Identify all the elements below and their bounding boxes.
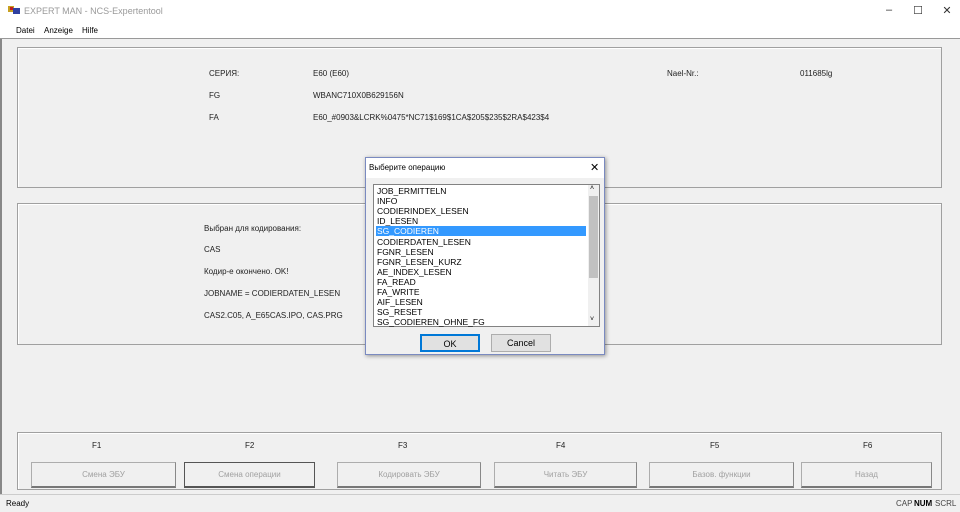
operation-list-item[interactable]: ID_LESEN [376,216,586,226]
operation-list-item[interactable]: AIF_LESEN [376,297,586,307]
select-operation-dialog: Выберите операцию ✕ JOB_ERMITTELN INFO COD… [365,157,605,355]
code-ecu-button[interactable]: Кодировать ЭБУ [337,462,481,488]
menu-bar: Datei Anzeige Hilfe [0,22,960,39]
cap-indicator: CAP [896,499,913,508]
fg-label: FG [209,91,221,100]
operation-list-item[interactable]: JOB_ERMITTELN [376,186,586,196]
operation-list-item[interactable]: SG_CODIEREN_OHNE_FG [376,317,586,327]
scroll-down-icon[interactable]: ˅ [590,316,594,323]
minimize-icon[interactable]: – [879,4,899,18]
operation-list-item[interactable]: FGNR_LESEN [376,247,586,257]
dialog-title-bar: Выберите операцию ✕ [366,158,604,178]
num-indicator: NUM [914,499,933,508]
app-icon [8,5,20,15]
close-icon[interactable]: ✕ [937,4,957,18]
title-bar: EXPERT MAN - NCS-Expertentool – ☐ ✕ [0,0,960,22]
f5-label: F5 [710,441,720,450]
list-scrollbar[interactable]: ˄ ˅ [588,185,599,326]
dialog-close-icon[interactable]: ✕ [590,161,599,174]
f4-label: F4 [556,441,566,450]
operation-list-item[interactable]: FA_READ [376,277,586,287]
f2-label: F2 [245,441,255,450]
menu-datei[interactable]: Datei [16,26,35,35]
cancel-button[interactable]: Cancel [491,334,551,352]
scrl-indicator: SCRL [935,499,957,508]
operation-list-item[interactable]: CODIERINDEX_LESEN [376,206,586,216]
operation-list-item[interactable]: AE_INDEX_LESEN [376,267,586,277]
f3-label: F3 [398,441,408,450]
series-label: СЕРИЯ: [209,69,240,78]
back-button[interactable]: Назад [801,462,932,488]
result-line-3: Кодир-е окончено. OK! [204,267,289,276]
change-operation-button[interactable]: Смена операции [184,462,315,488]
operation-list-item[interactable]: FA_WRITE [376,287,586,297]
fa-value: E60_#0903&LCRK%0475*NC71$169$1CA$205$235… [313,113,550,122]
operation-list-item[interactable]: SG_RESET [376,307,586,317]
fg-value: WBANC710X0B629156N [313,91,404,100]
result-line-4: JOBNAME = CODIERDATEN_LESEN [204,289,341,298]
operation-list-item[interactable]: INFO [376,196,586,206]
nael-label: Nael-Nr.: [667,69,699,78]
status-bar: Ready CAP NUM SCRL [0,494,960,512]
result-line-2: CAS [204,245,221,254]
window-title: EXPERT MAN - NCS-Expertentool [24,6,163,16]
ok-button[interactable]: OK [420,334,480,352]
basic-functions-button[interactable]: Базов. функции [649,462,794,488]
result-line-5: CAS2.C05, A_E65CAS.IPO, CAS.PRG [204,311,343,320]
result-line-1: Выбран для кодирования: [204,224,302,233]
maximize-icon[interactable]: ☐ [908,4,928,18]
scroll-thumb[interactable] [589,196,598,278]
fa-label: FA [209,113,219,122]
series-value: E60 (E60) [313,69,350,78]
menu-anzeige[interactable]: Anzeige [44,26,73,35]
nael-value: 011685lg [800,69,833,78]
scroll-up-icon[interactable]: ˄ [590,185,594,192]
menu-hilfe[interactable]: Hilfe [82,26,98,35]
status-text: Ready [6,499,30,508]
operation-list[interactable]: JOB_ERMITTELN INFO CODIERINDEX_LESEN ID_LES… [373,184,600,327]
dialog-title: Выберите операцию [369,163,446,172]
read-ecu-button[interactable]: Читать ЭБУ [494,462,637,488]
operation-list-item[interactable]: SG_CODIEREN [376,226,586,237]
change-ecu-button[interactable]: Смена ЭБУ [31,462,176,488]
f6-label: F6 [863,441,873,450]
f1-label: F1 [92,441,102,450]
operation-list-item[interactable]: CODIERDATEN_LESEN [376,237,586,247]
operation-list-item[interactable]: FGNR_LESEN_KURZ [376,257,586,267]
